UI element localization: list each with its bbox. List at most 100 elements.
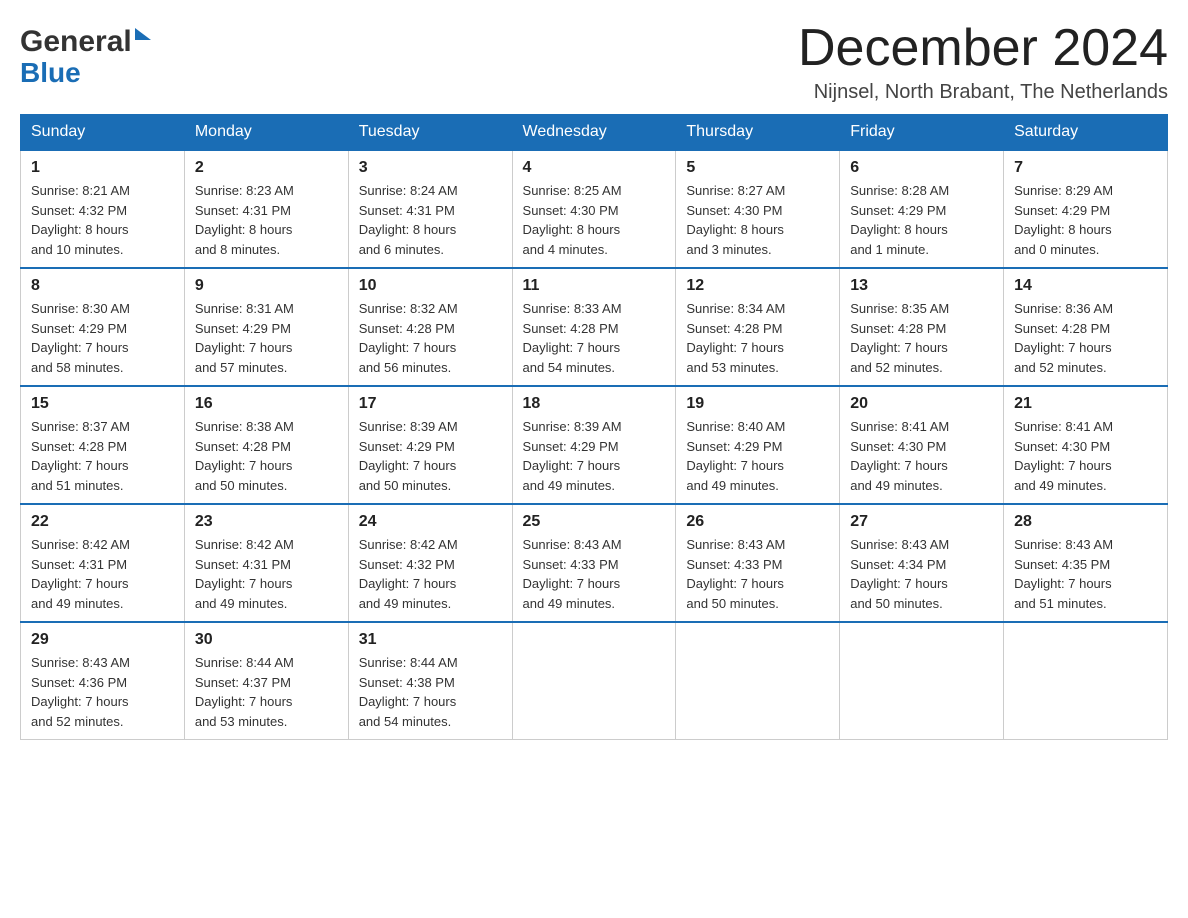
- day-info: Sunrise: 8:38 AMSunset: 4:28 PMDaylight:…: [195, 417, 338, 495]
- day-info: Sunrise: 8:31 AMSunset: 4:29 PMDaylight:…: [195, 299, 338, 377]
- weekday-header-wednesday: Wednesday: [512, 115, 676, 151]
- day-info: Sunrise: 8:33 AMSunset: 4:28 PMDaylight:…: [523, 299, 666, 377]
- day-number: 23: [195, 513, 338, 531]
- calendar-table: SundayMondayTuesdayWednesdayThursdayFrid…: [20, 114, 1168, 740]
- day-info: Sunrise: 8:36 AMSunset: 4:28 PMDaylight:…: [1014, 299, 1157, 377]
- day-number: 6: [850, 159, 993, 177]
- day-number: 27: [850, 513, 993, 531]
- calendar-day-cell: 18 Sunrise: 8:39 AMSunset: 4:29 PMDayligh…: [512, 386, 676, 504]
- calendar-day-cell: 15 Sunrise: 8:37 AMSunset: 4:28 PMDayligh…: [21, 386, 185, 504]
- calendar-week-row: 22 Sunrise: 8:42 AMSunset: 4:31 PMDayligh…: [21, 504, 1168, 622]
- day-number: 30: [195, 631, 338, 649]
- calendar-day-cell: 22 Sunrise: 8:42 AMSunset: 4:31 PMDayligh…: [21, 504, 185, 622]
- day-number: 22: [31, 513, 174, 531]
- day-number: 16: [195, 395, 338, 413]
- day-info: Sunrise: 8:42 AMSunset: 4:31 PMDaylight:…: [195, 535, 338, 613]
- logo-arrow-icon: [135, 28, 151, 40]
- calendar-week-row: 8 Sunrise: 8:30 AMSunset: 4:29 PMDaylight…: [21, 268, 1168, 386]
- calendar-day-cell: 26Sunrise: 8:43 AMSunset: 4:33 PMDayligh…: [676, 504, 840, 622]
- day-number: 17: [359, 395, 502, 413]
- day-number: 15: [31, 395, 174, 413]
- calendar-day-cell: 5Sunrise: 8:27 AMSunset: 4:30 PMDaylight…: [676, 150, 840, 268]
- calendar-day-cell: 6Sunrise: 8:28 AMSunset: 4:29 PMDaylight…: [840, 150, 1004, 268]
- day-info: Sunrise: 8:44 AMSunset: 4:37 PMDaylight:…: [195, 653, 338, 731]
- day-number: 7: [1014, 159, 1157, 177]
- day-number: 13: [850, 277, 993, 295]
- weekday-header-tuesday: Tuesday: [348, 115, 512, 151]
- day-number: 29: [31, 631, 174, 649]
- weekday-header-sunday: Sunday: [21, 115, 185, 151]
- calendar-day-cell: 25 Sunrise: 8:43 AMSunset: 4:33 PMDayligh…: [512, 504, 676, 622]
- empty-cell: [840, 622, 1004, 740]
- day-number: 28: [1014, 513, 1157, 531]
- empty-cell: [512, 622, 676, 740]
- empty-cell: [676, 622, 840, 740]
- calendar-day-cell: 4Sunrise: 8:25 AMSunset: 4:30 PMDaylight…: [512, 150, 676, 268]
- calendar-day-cell: 23 Sunrise: 8:42 AMSunset: 4:31 PMDayligh…: [184, 504, 348, 622]
- weekday-header-friday: Friday: [840, 115, 1004, 151]
- day-info: Sunrise: 8:32 AMSunset: 4:28 PMDaylight:…: [359, 299, 502, 377]
- day-info: Sunrise: 8:40 AMSunset: 4:29 PMDaylight:…: [686, 417, 829, 495]
- calendar-day-cell: 17Sunrise: 8:39 AMSunset: 4:29 PMDayligh…: [348, 386, 512, 504]
- day-number: 31: [359, 631, 502, 649]
- calendar-day-cell: 24Sunrise: 8:42 AMSunset: 4:32 PMDayligh…: [348, 504, 512, 622]
- calendar-day-cell: 31 Sunrise: 8:44 AMSunset: 4:38 PMDayligh…: [348, 622, 512, 740]
- day-number: 2: [195, 159, 338, 177]
- calendar-week-row: 29 Sunrise: 8:43 AMSunset: 4:36 PMDayligh…: [21, 622, 1168, 740]
- weekday-header-monday: Monday: [184, 115, 348, 151]
- weekday-header-thursday: Thursday: [676, 115, 840, 151]
- day-info: Sunrise: 8:43 AMSunset: 4:35 PMDaylight:…: [1014, 535, 1157, 613]
- day-info: Sunrise: 8:30 AMSunset: 4:29 PMDaylight:…: [31, 299, 174, 377]
- calendar-day-cell: 30 Sunrise: 8:44 AMSunset: 4:37 PMDayligh…: [184, 622, 348, 740]
- day-info: Sunrise: 8:37 AMSunset: 4:28 PMDaylight:…: [31, 417, 174, 495]
- day-number: 20: [850, 395, 993, 413]
- calendar-day-cell: 10 Sunrise: 8:32 AMSunset: 4:28 PMDayligh…: [348, 268, 512, 386]
- day-number: 24: [359, 513, 502, 531]
- day-info: Sunrise: 8:23 AMSunset: 4:31 PMDaylight:…: [195, 181, 338, 259]
- weekday-header-saturday: Saturday: [1004, 115, 1168, 151]
- day-info: Sunrise: 8:41 AMSunset: 4:30 PMDaylight:…: [1014, 417, 1157, 495]
- day-info: Sunrise: 8:42 AMSunset: 4:31 PMDaylight:…: [31, 535, 174, 613]
- day-number: 10: [359, 277, 502, 295]
- logo-general-text: General: [20, 25, 132, 59]
- calendar-day-cell: 8 Sunrise: 8:30 AMSunset: 4:29 PMDaylight…: [21, 268, 185, 386]
- calendar-day-cell: 20Sunrise: 8:41 AMSunset: 4:30 PMDayligh…: [840, 386, 1004, 504]
- location-subtitle: Nijnsel, North Brabant, The Netherlands: [798, 81, 1168, 104]
- calendar-week-row: 15 Sunrise: 8:37 AMSunset: 4:28 PMDayligh…: [21, 386, 1168, 504]
- day-number: 18: [523, 395, 666, 413]
- calendar-day-cell: 19 Sunrise: 8:40 AMSunset: 4:29 PMDayligh…: [676, 386, 840, 504]
- day-info: Sunrise: 8:34 AMSunset: 4:28 PMDaylight:…: [686, 299, 829, 377]
- calendar-day-cell: 1Sunrise: 8:21 AMSunset: 4:32 PMDaylight…: [21, 150, 185, 268]
- calendar-week-row: 1Sunrise: 8:21 AMSunset: 4:32 PMDaylight…: [21, 150, 1168, 268]
- day-number: 12: [686, 277, 829, 295]
- day-number: 3: [359, 159, 502, 177]
- day-number: 21: [1014, 395, 1157, 413]
- day-info: Sunrise: 8:25 AMSunset: 4:30 PMDaylight:…: [523, 181, 666, 259]
- day-info: Sunrise: 8:27 AMSunset: 4:30 PMDaylight:…: [686, 181, 829, 259]
- page-header: General Blue December 2024 Nijnsel, Nort…: [20, 20, 1168, 104]
- calendar-day-cell: 28 Sunrise: 8:43 AMSunset: 4:35 PMDayligh…: [1004, 504, 1168, 622]
- calendar-day-cell: 16 Sunrise: 8:38 AMSunset: 4:28 PMDayligh…: [184, 386, 348, 504]
- empty-cell: [1004, 622, 1168, 740]
- calendar-day-cell: 2 Sunrise: 8:23 AMSunset: 4:31 PMDaylight…: [184, 150, 348, 268]
- calendar-day-cell: 12 Sunrise: 8:34 AMSunset: 4:28 PMDayligh…: [676, 268, 840, 386]
- calendar-day-cell: 11Sunrise: 8:33 AMSunset: 4:28 PMDayligh…: [512, 268, 676, 386]
- day-info: Sunrise: 8:43 AMSunset: 4:36 PMDaylight:…: [31, 653, 174, 731]
- calendar-day-cell: 27Sunrise: 8:43 AMSunset: 4:34 PMDayligh…: [840, 504, 1004, 622]
- calendar-day-cell: 14 Sunrise: 8:36 AMSunset: 4:28 PMDayligh…: [1004, 268, 1168, 386]
- calendar-day-cell: 7Sunrise: 8:29 AMSunset: 4:29 PMDaylight…: [1004, 150, 1168, 268]
- calendar-day-cell: 13Sunrise: 8:35 AMSunset: 4:28 PMDayligh…: [840, 268, 1004, 386]
- day-info: Sunrise: 8:39 AMSunset: 4:29 PMDaylight:…: [523, 417, 666, 495]
- title-area: December 2024 Nijnsel, North Brabant, Th…: [798, 20, 1168, 104]
- day-info: Sunrise: 8:44 AMSunset: 4:38 PMDaylight:…: [359, 653, 502, 731]
- day-number: 19: [686, 395, 829, 413]
- day-number: 8: [31, 277, 174, 295]
- day-number: 25: [523, 513, 666, 531]
- calendar-day-cell: 3Sunrise: 8:24 AMSunset: 4:31 PMDaylight…: [348, 150, 512, 268]
- day-number: 14: [1014, 277, 1157, 295]
- logo-blue-text: Blue: [20, 57, 81, 89]
- weekday-header-row: SundayMondayTuesdayWednesdayThursdayFrid…: [21, 115, 1168, 151]
- day-number: 26: [686, 513, 829, 531]
- calendar-day-cell: 9Sunrise: 8:31 AMSunset: 4:29 PMDaylight…: [184, 268, 348, 386]
- day-info: Sunrise: 8:43 AMSunset: 4:33 PMDaylight:…: [523, 535, 666, 613]
